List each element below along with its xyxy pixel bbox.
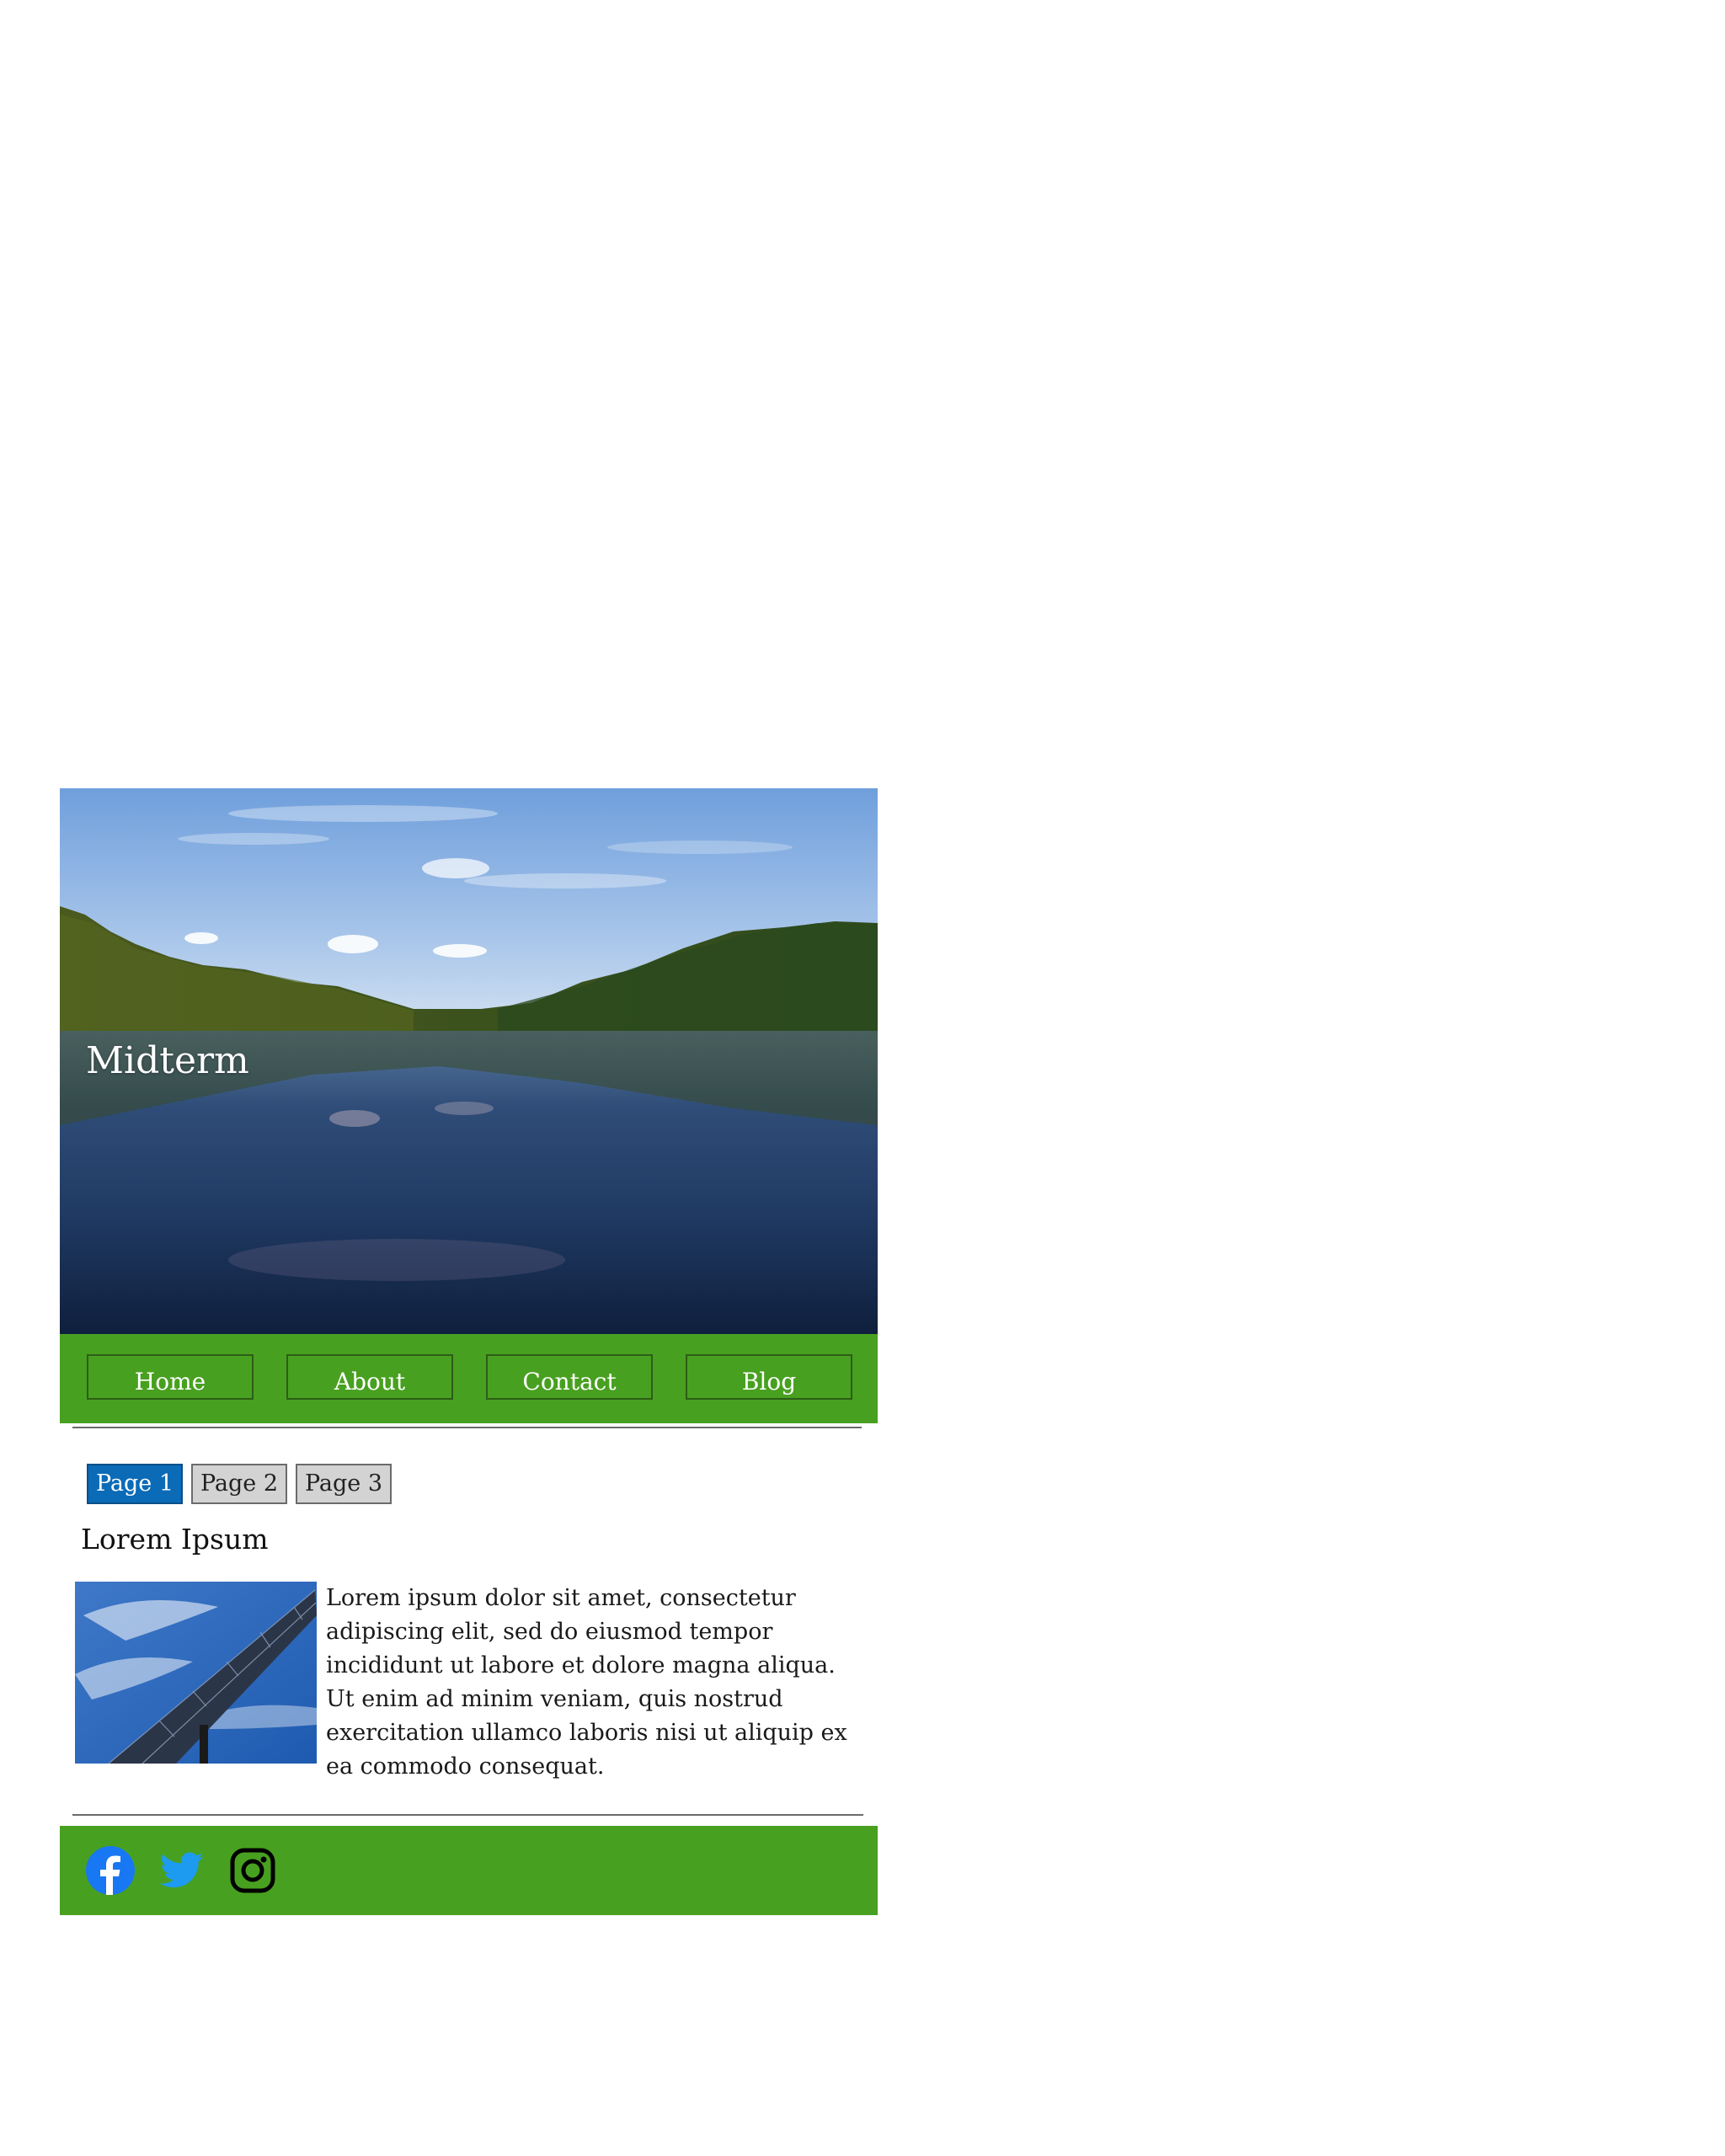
main-nav: Home About Contact Blog <box>60 1334 878 1423</box>
divider <box>72 1427 862 1428</box>
footer <box>60 1826 878 1915</box>
page: Midterm Home About Contact Blog Page 1 P… <box>60 788 878 1915</box>
article-title: Lorem Ipsum <box>81 1523 269 1556</box>
instagram-icon[interactable] <box>229 1847 276 1894</box>
page-3-button[interactable]: Page 3 <box>296 1464 392 1504</box>
pager: Page 1 Page 2 Page 3 <box>87 1464 878 1504</box>
site-title: Midterm <box>86 1039 249 1082</box>
main-content: Page 1 Page 2 Page 3 Lorem Ipsum Lorem i… <box>60 1464 878 1816</box>
twitter-icon[interactable] <box>160 1852 204 1889</box>
page-2-button[interactable]: Page 2 <box>191 1464 287 1504</box>
article-body: Lorem ipsum dolor sit amet, consectetur … <box>326 1585 847 1780</box>
hero-banner: Midterm <box>60 788 878 1334</box>
nav-blog-button[interactable]: Blog <box>686 1354 852 1400</box>
article: Lorem ipsum dolor sit amet, consectetur … <box>75 1582 878 1784</box>
nav-contact-button[interactable]: Contact <box>486 1354 653 1400</box>
article-image <box>75 1582 317 1764</box>
facebook-icon[interactable] <box>86 1846 135 1895</box>
nav-about-button[interactable]: About <box>286 1354 453 1400</box>
nav-home-button[interactable]: Home <box>87 1354 254 1400</box>
solar-panel-photo <box>75 1582 317 1764</box>
page-1-button[interactable]: Page 1 <box>87 1464 183 1504</box>
divider <box>72 1814 863 1816</box>
